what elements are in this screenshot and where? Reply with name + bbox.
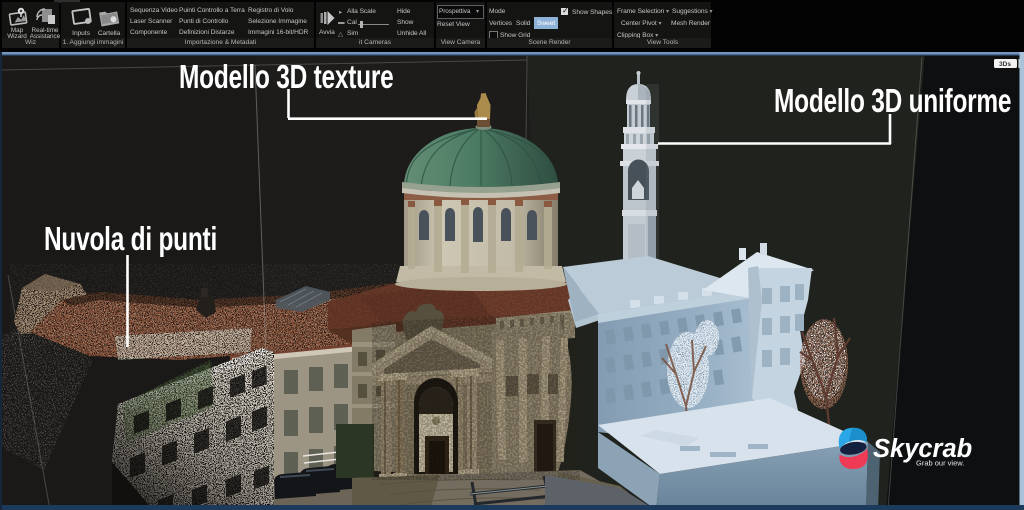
svg-text:Grab our view.: Grab our view.: [916, 459, 964, 468]
svg-text:3Ds: 3Ds: [999, 61, 1011, 68]
